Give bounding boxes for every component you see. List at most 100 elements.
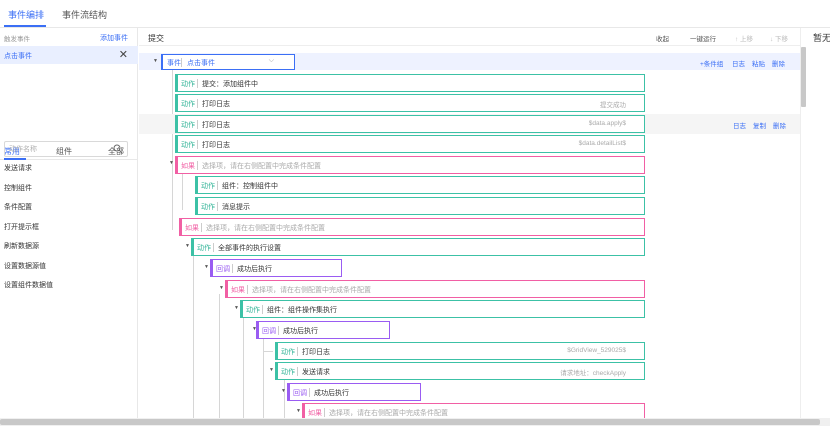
node-detail: $data.detailList$: [578, 140, 626, 147]
callback-node[interactable]: 回调 成功后执行: [256, 321, 390, 339]
event-item-label: 点击事件: [4, 53, 32, 60]
node-tag: 动作: [181, 142, 195, 149]
action-search: [4, 141, 128, 157]
condition-node[interactable]: 如果 选择项，请在右侧配置中完成条件配置: [175, 156, 645, 174]
tree-line: [182, 170, 183, 210]
node-text: 提交：添加组件中: [202, 81, 258, 88]
callback-node[interactable]: 回调 成功后执行: [210, 259, 342, 277]
run-button[interactable]: 一键运行: [690, 33, 716, 43]
node-tag: 动作: [201, 183, 215, 190]
tree-line: [243, 314, 244, 418]
node-tag: 回调: [216, 266, 230, 273]
search-icon[interactable]: [113, 144, 123, 154]
divider: [278, 326, 279, 335]
divider: [262, 305, 263, 314]
node-text: 选择项，请在右侧配置中完成条件配置: [206, 225, 325, 232]
node-text: 组件：组件操作集执行: [267, 307, 337, 314]
node-text: 成功后执行: [283, 328, 318, 335]
close-icon[interactable]: ✕: [119, 48, 128, 61]
action-open-dialog[interactable]: 打开提示框: [4, 223, 134, 243]
action-refresh-datasource[interactable]: 刷新数据源: [4, 242, 134, 262]
callback-node[interactable]: 回调 成功后执行: [287, 383, 421, 401]
node-text: 成功后执行: [237, 266, 272, 273]
divider: [213, 243, 214, 252]
divider: [181, 58, 182, 67]
add-condition-group-link[interactable]: +条件组: [700, 58, 723, 68]
node-tag: 动作: [181, 122, 195, 129]
move-up-button[interactable]: ↑ 上移: [735, 33, 753, 43]
divider: [309, 388, 310, 397]
event-item-click[interactable]: 点击事件 ✕: [0, 46, 138, 64]
app-root: 事件编排 事件流结构 触发事件 添加事件 点击事件 ✕ 常用 组件 全部 发送: [0, 0, 830, 426]
divider: [324, 408, 325, 417]
event-select-value: 点击事件: [187, 60, 215, 67]
flow-node[interactable]: 动作 组件：控制组件中: [195, 176, 645, 194]
node-text: 消息提示: [222, 204, 250, 211]
left-panel: 触发事件 添加事件 点击事件 ✕ 常用 组件 全部 发送请求 控制组件 条件配置…: [0, 28, 138, 426]
event-row[interactable]: ▼ 事件 点击事件 ⌵ +条件组 日志 粘贴 删除: [139, 53, 800, 70]
flow-node[interactable]: 动作 打印日志 $GridView_529025$: [275, 342, 645, 360]
divider: [197, 140, 198, 149]
vertical-scrollbar[interactable]: [801, 47, 806, 107]
copy-link[interactable]: 复制: [753, 120, 766, 130]
events-header: 触发事件 添加事件: [0, 28, 138, 46]
flow-node[interactable]: 动作 消息提示: [195, 197, 645, 215]
divider: [197, 161, 198, 170]
node-text: 选择项，请在右侧配置中完成条件配置: [329, 410, 448, 417]
condition-node[interactable]: 如果 选择项，请在右侧配置中完成条件配置: [179, 218, 645, 236]
tree-line: [284, 374, 285, 418]
paste-link[interactable]: 粘贴: [752, 58, 765, 68]
flow-node[interactable]: 动作 全部事件的执行设置: [191, 238, 645, 256]
caret-down-icon[interactable]: ▼: [153, 58, 159, 64]
delete-link[interactable]: 删除: [773, 120, 786, 130]
right-panel-title: 暂无: [813, 33, 830, 43]
condition-node[interactable]: 如果 选择项，请在右侧配置中完成条件配置: [225, 280, 645, 298]
tree-line: [219, 294, 220, 418]
flow-node[interactable]: 动作 打印日志 提交成功: [175, 94, 645, 112]
tree-line: [172, 70, 173, 230]
horizontal-scrollbar[interactable]: [0, 419, 820, 425]
delete-link[interactable]: 删除: [772, 58, 785, 68]
condition-node[interactable]: 如果 选择项，请在右侧配置中完成条件配置: [302, 403, 645, 418]
flow-node[interactable]: 动作 发送请求 请求地址：checkApply: [275, 362, 645, 380]
node-text: 成功后执行: [314, 390, 349, 397]
action-set-component-value[interactable]: 设置组件数据值: [4, 281, 134, 301]
node-detail: $GridView_529025$: [567, 347, 626, 354]
divider: [297, 347, 298, 356]
flow-node[interactable]: 动作 提交：添加组件中: [175, 74, 645, 92]
move-down-button[interactable]: ↓ 下移: [770, 33, 788, 43]
horizontal-scrollbar-track: [0, 418, 830, 426]
active-tab-indicator: [4, 25, 46, 27]
node-tag: 动作: [181, 81, 195, 88]
node-tag: 动作: [281, 349, 295, 356]
node-tag: 如果: [181, 163, 195, 170]
action-control-component[interactable]: 控制组件: [4, 184, 134, 204]
node-text: 选择项，请在右侧配置中完成条件配置: [202, 163, 321, 170]
action-send-request[interactable]: 发送请求: [4, 164, 134, 184]
flow-node[interactable]: 动作 打印日志 $data.apply$: [175, 115, 645, 133]
log-link[interactable]: 日志: [732, 58, 745, 68]
divider: [201, 223, 202, 232]
divider: [197, 79, 198, 88]
action-search-input[interactable]: [9, 144, 109, 155]
flow-node[interactable]: 动作 组件：组件操作集执行: [240, 300, 645, 318]
action-condition[interactable]: 条件配置: [4, 203, 134, 223]
log-link[interactable]: 日志: [733, 120, 746, 130]
category-tab-indicator: [4, 158, 26, 160]
action-set-datasource[interactable]: 设置数据源值: [4, 262, 134, 282]
collapse-button[interactable]: 收起: [656, 33, 669, 43]
tab-event-orchestration[interactable]: 事件编排: [8, 8, 44, 21]
node-tag: 如果: [231, 287, 245, 294]
event-tag: 事件: [167, 60, 181, 67]
add-event-button[interactable]: 添加事件: [100, 33, 128, 43]
tree-line: [263, 351, 273, 352]
node-detail: 请求地址：checkApply: [560, 370, 626, 377]
top-tabs: 事件编排 事件流结构: [0, 0, 830, 28]
flow-node[interactable]: 动作 打印日志 $data.detailList$: [175, 135, 645, 153]
event-select[interactable]: 事件 点击事件 ⌵: [161, 54, 295, 70]
tab-event-structure[interactable]: 事件流结构: [62, 8, 107, 21]
divider: [232, 264, 233, 273]
node-text: 发送请求: [302, 369, 330, 376]
right-panel: 暂无: [800, 28, 830, 426]
node-text: 组件：控制组件中: [222, 183, 278, 190]
